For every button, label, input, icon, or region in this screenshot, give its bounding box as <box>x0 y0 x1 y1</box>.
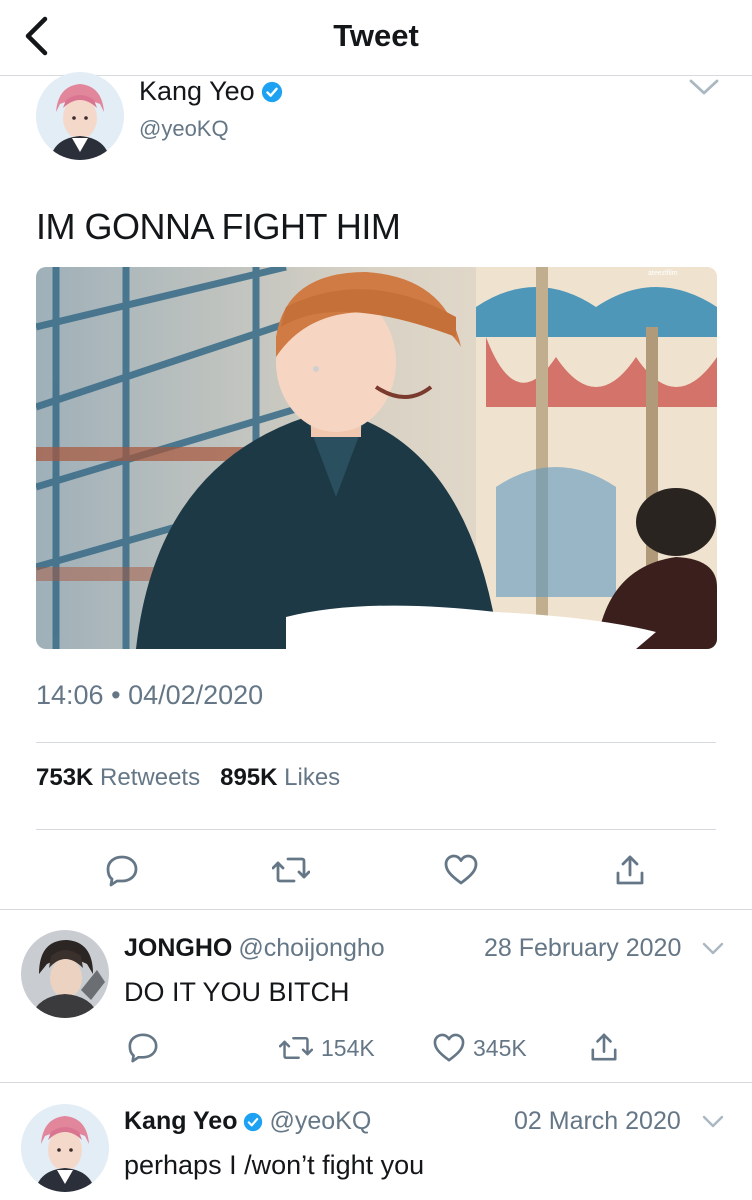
reply-date: 28 February 2020 <box>484 934 682 962</box>
nav-bar: Tweet <box>0 0 752 76</box>
reply-author-name: Kang Yeo <box>124 1107 238 1135</box>
reply-text: perhaps I /won’t fight you <box>124 1150 425 1180</box>
reply-text: DO IT YOU BITCH <box>124 977 350 1007</box>
retweet-icon <box>272 857 310 883</box>
divider <box>36 742 716 743</box>
reply-reply-button[interactable] <box>127 1031 159 1063</box>
reply-author-handle: @choijongho <box>238 934 385 962</box>
retweet-button[interactable] <box>271 850 311 890</box>
share-button[interactable] <box>610 850 650 890</box>
heart-icon <box>433 1033 465 1062</box>
reply-like-button[interactable]: 345K <box>433 1033 527 1063</box>
retweet-icon <box>279 1037 313 1059</box>
author-avatar[interactable] <box>36 72 124 160</box>
retweets-stat[interactable]: 753K Retweets <box>36 764 200 791</box>
retweets-label: Retweets <box>100 764 201 791</box>
reply-button[interactable] <box>102 850 142 890</box>
chevron-down-icon[interactable] <box>702 1114 724 1130</box>
author-handle[interactable]: @yeoKQ <box>139 116 229 142</box>
likes-stat[interactable]: 895K Likes <box>220 764 340 791</box>
timestamp-separator: • <box>111 680 129 710</box>
author-name[interactable]: Kang Yeo <box>139 76 283 107</box>
retweets-count: 753K <box>36 764 94 791</box>
reply-like-count: 345K <box>473 1034 527 1061</box>
section-separator <box>0 1082 752 1083</box>
tweet-time: 14:06 <box>36 680 104 710</box>
verified-badge-icon <box>244 1112 263 1131</box>
tweet-text: IM GONNA FIGHT HIM <box>36 206 401 247</box>
reply-date: 02 March 2020 <box>514 1107 681 1135</box>
share-icon <box>591 1033 617 1061</box>
reply-share-button[interactable] <box>590 1031 618 1063</box>
chevron-down-icon[interactable] <box>688 76 720 100</box>
reply-avatar[interactable] <box>21 1104 109 1192</box>
divider <box>36 829 716 830</box>
reply-author-handle: @yeoKQ <box>269 1107 372 1135</box>
like-button[interactable] <box>441 850 481 890</box>
heart-icon <box>444 854 478 885</box>
reply-icon <box>106 855 138 887</box>
engagement-counts: 753K Retweets 895K Likes <box>36 764 340 792</box>
likes-label: Likes <box>284 764 341 791</box>
reply-avatar[interactable] <box>21 930 109 1018</box>
section-separator <box>0 909 752 910</box>
share-icon <box>616 855 644 885</box>
tweet-timestamp: 14:06 • 04/02/2020 <box>36 680 263 711</box>
likes-count: 895K <box>220 764 278 791</box>
reply-author[interactable]: JONGHO @choijongho <box>124 934 385 963</box>
reply-retweet-count: 154K <box>321 1034 375 1061</box>
chevron-down-icon[interactable] <box>702 941 724 957</box>
reply-icon <box>128 1033 158 1063</box>
verified-badge-icon <box>261 81 282 102</box>
page-title: Tweet <box>333 18 419 53</box>
reply-author-name: JONGHO <box>124 934 233 962</box>
reply-author[interactable]: Kang Yeo @yeoKQ <box>124 1107 371 1136</box>
tweet-image[interactable]: ateezlfilm <box>36 267 717 649</box>
author-name-label: Kang Yeo <box>139 76 255 106</box>
reply-retweet-button[interactable]: 154K <box>279 1033 375 1063</box>
watermark-text: ateezlfilm <box>648 270 678 277</box>
tweet-date: 04/02/2020 <box>128 680 264 710</box>
